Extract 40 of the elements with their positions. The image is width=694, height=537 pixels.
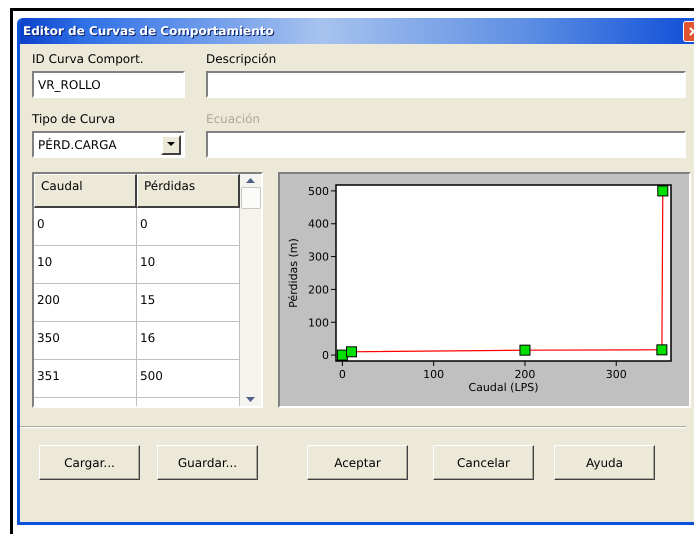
field-label: Ecuación: [206, 112, 262, 127]
axis-tick-label: 400: [308, 218, 329, 231]
curve-type-dropdown[interactable]: PÉRD.CARGA: [32, 131, 185, 158]
window-title: Editor de Curvas de Comportamiento: [23, 24, 274, 38]
field-label: Tipo de Curva: [32, 112, 116, 127]
column-header[interactable]: Pérdidas: [137, 174, 240, 208]
axis-tick-label: 100: [423, 368, 444, 381]
axis-tick-label: 200: [514, 368, 536, 381]
table-cell: 350: [34, 322, 137, 360]
dialog-button[interactable]: Cancelar: [433, 445, 534, 480]
dialog-button[interactable]: Cargar...: [39, 445, 140, 480]
column-header[interactable]: Caudal: [34, 174, 137, 208]
data-point: [346, 346, 358, 358]
scroll-thumb[interactable]: [240, 187, 260, 209]
scroll-up-icon[interactable]: [246, 178, 255, 183]
axis-tick-label: 200: [308, 283, 329, 296]
scrollbar[interactable]: [240, 174, 261, 406]
axis-tick-label: 0: [338, 368, 346, 381]
table-cell: 0: [34, 208, 137, 246]
axis-tick-label: 500: [308, 184, 329, 198]
table-cell: 351: [34, 360, 137, 398]
dialog-button[interactable]: Aceptar: [307, 445, 408, 480]
scroll-down-icon[interactable]: [246, 397, 255, 402]
field-label: Descripción: [206, 52, 278, 67]
dialog-button[interactable]: Ayuda: [554, 445, 655, 480]
field-label: ID Curva Comport.: [32, 52, 145, 67]
input-field[interactable]: [206, 71, 686, 98]
data-point: [656, 344, 668, 356]
x-axis-title: Caudal (LPS): [468, 381, 538, 394]
axis-tick-label: 100: [308, 316, 329, 330]
table-cell: 10: [34, 246, 137, 284]
axis-tick-label: 0: [322, 349, 329, 362]
input-field[interactable]: VR_ROLLO: [32, 71, 185, 98]
table-cell: 200: [34, 284, 137, 322]
y-axis-title: Pérdidas (m): [287, 238, 300, 308]
axis-tick-label: 300: [606, 368, 627, 381]
data-point: [657, 185, 668, 196]
axis-tick-label: 300: [308, 250, 329, 264]
data-point: [519, 344, 530, 356]
dialog-button[interactable]: Guardar...: [157, 445, 258, 480]
